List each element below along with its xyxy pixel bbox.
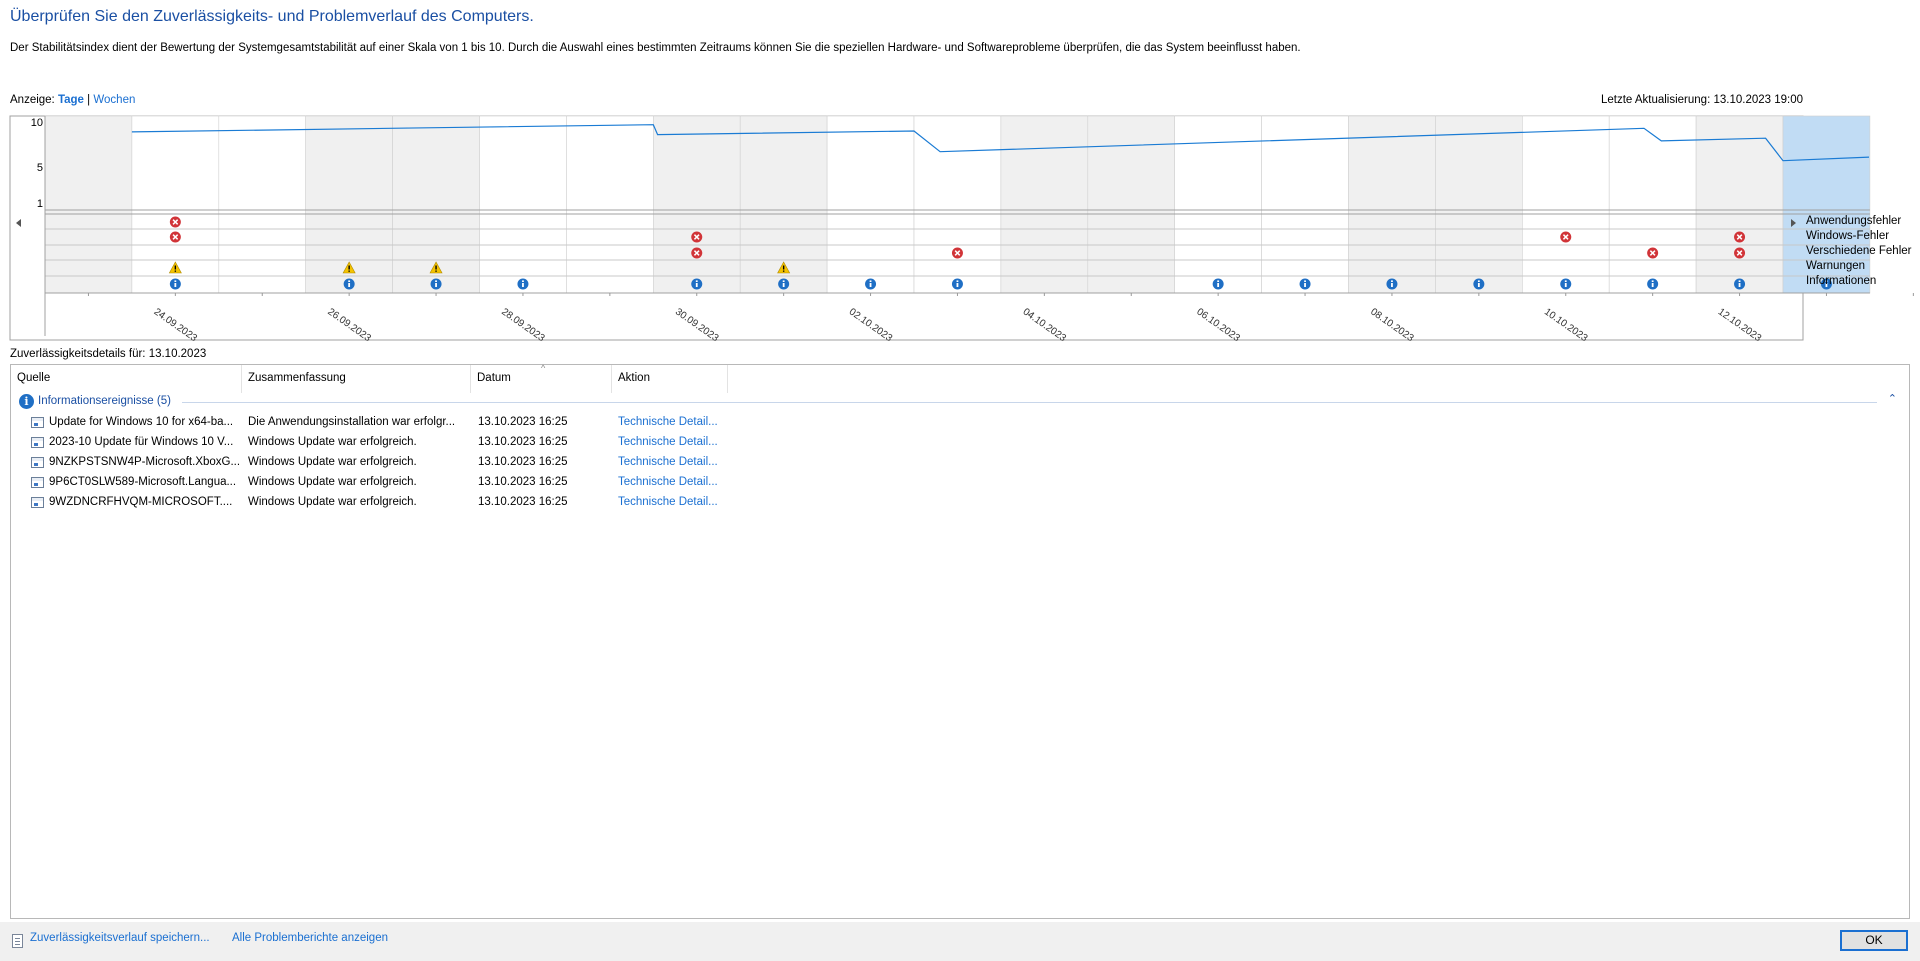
x-date-label: 26.09.2023 [325,306,373,344]
y-tick-label: 5 [37,162,43,174]
date-cell: 13.10.2023 16:25 [478,496,568,508]
last-update: Letzte Aktualisierung: 13.10.2023 19:00 [1600,94,1803,106]
x-date-label: 06.10.2023 [1194,306,1242,344]
day-column[interactable] [652,115,741,294]
date-cell: 13.10.2023 16:25 [478,416,568,428]
source-cell: 9P6CT0SLW589-Microsoft.Langua... [49,476,237,488]
table-row[interactable]: 9WZDNCRFHVQM-MICROSOFT.... Windows Update… [11,492,1909,512]
details-grid: Quelle Zusammenfassung Datum Aktion ^ i … [10,363,1910,919]
y-tick-label: 10 [31,117,43,129]
y-tick-label: 1 [37,198,43,210]
table-row[interactable]: 2023-10 Update für Windows 10 V... Window… [11,432,1909,452]
scroll-left-icon[interactable] [16,219,21,227]
ok-button[interactable]: OK [1840,930,1908,951]
collapse-chevron-icon[interactable]: ⌃ [1888,392,1897,405]
footer-bar: Zuverlässigkeitsverlauf speichern... All… [0,922,1920,961]
technical-details-link[interactable]: Technische Detail... [618,416,728,428]
legend-label: Verschiedene Fehler [1806,245,1912,257]
day-column[interactable] [1522,115,1610,294]
day-column[interactable] [44,115,133,294]
summary-cell: Windows Update war erfolgreich. [248,456,417,468]
view-selector: Anzeige: Tage | Wochen [10,94,135,106]
column-header-action[interactable]: Aktion [612,365,728,393]
date-cell: 13.10.2023 16:25 [478,476,568,488]
day-column[interactable] [1695,115,1784,294]
day-column[interactable] [1435,115,1523,294]
table-row[interactable]: Update for Windows 10 for x64-ba... Die A… [11,412,1909,432]
x-date-label: 30.09.2023 [673,306,721,344]
legend-label: Windows-Fehler [1806,230,1890,242]
summary-cell: Windows Update war erfolgreich. [248,476,417,488]
legend-label: Warnungen [1806,260,1866,272]
x-date-label: 24.09.2023 [152,306,200,344]
x-date-label: 10.10.2023 [1542,306,1590,344]
view-label: Anzeige: [10,94,55,106]
table-row[interactable]: 9NZKPSTSNW4P-Microsoft.XboxG... Windows U… [11,452,1909,472]
day-column[interactable] [392,115,480,294]
all-reports-link[interactable]: Alle Problemberichte anzeigen [232,932,388,944]
column-header-summary[interactable]: Zusammenfassung [242,365,471,393]
x-date-label: 12.10.2023 [1716,306,1764,344]
group-header[interactable]: i Informationsereignisse (5) ⌃ [19,392,1899,410]
day-column[interactable] [1087,115,1176,294]
day-column[interactable] [305,115,393,294]
technical-details-link[interactable]: Technische Detail... [618,476,728,488]
table-row[interactable]: 9P6CT0SLW589-Microsoft.Langua... Windows … [11,472,1909,492]
source-cell: 2023-10 Update für Windows 10 V... [49,436,234,448]
info-icon: i [19,394,34,409]
document-icon [12,934,23,948]
view-weeks-link[interactable]: Wochen [93,94,135,106]
technical-details-link[interactable]: Technische Detail... [618,456,728,468]
date-cell: 13.10.2023 16:25 [478,436,568,448]
view-separator: | [87,94,91,106]
day-column[interactable] [1608,115,1697,294]
update-icon [31,497,44,508]
column-header-source[interactable]: Quelle [11,365,242,393]
day-column[interactable] [1174,115,1262,294]
save-history-link[interactable]: Zuverlässigkeitsverlauf speichern... [30,932,210,944]
intro-text: Der Stabilitätsindex dient der Bewertung… [10,42,1301,54]
x-date-label: 02.10.2023 [847,306,895,344]
day-column[interactable] [826,115,915,294]
day-column[interactable] [913,115,1002,294]
group-divider [182,402,1877,403]
update-icon [31,457,44,468]
technical-details-link[interactable]: Technische Detail... [618,436,728,448]
summary-cell: Die Anwendungsinstallation war erfolgr..… [248,416,456,428]
day-column[interactable] [131,115,220,294]
day-column[interactable] [1261,115,1349,294]
source-cell: 9NZKPSTSNW4P-Microsoft.XboxG... [49,456,239,468]
date-cell: 13.10.2023 16:25 [478,456,568,468]
day-column[interactable] [1348,115,1436,294]
x-date-label: 28.09.2023 [499,306,547,344]
group-label: Informationsereignisse (5) [38,395,171,407]
legend-label: Informationen [1806,275,1877,287]
day-column[interactable] [566,115,654,294]
source-cell: 9WZDNCRFHVQM-MICROSOFT.... [49,496,233,508]
technical-details-link[interactable]: Technische Detail... [618,496,728,508]
update-icon [31,437,44,448]
summary-cell: Windows Update war erfolgreich. [248,436,417,448]
x-date-label: 04.10.2023 [1021,306,1069,344]
legend-label: Anwendungsfehler [1806,215,1902,227]
source-cell: Update for Windows 10 for x64-ba... [49,416,234,428]
update-icon [31,417,44,428]
day-column[interactable] [479,115,567,294]
details-label: Zuverlässigkeitsdetails für: 13.10.2023 [10,348,207,360]
summary-cell: Windows Update war erfolgreich. [248,496,417,508]
view-days-link[interactable]: Tage [58,94,84,106]
day-column[interactable] [1000,115,1089,294]
day-column[interactable] [218,115,307,294]
day-column[interactable] [739,115,828,294]
update-icon [31,477,44,488]
sort-caret-icon: ^ [541,363,546,373]
page-heading: Überprüfen Sie den Zuverlässigkeits- und… [10,8,534,25]
x-date-label: 08.10.2023 [1368,306,1416,344]
